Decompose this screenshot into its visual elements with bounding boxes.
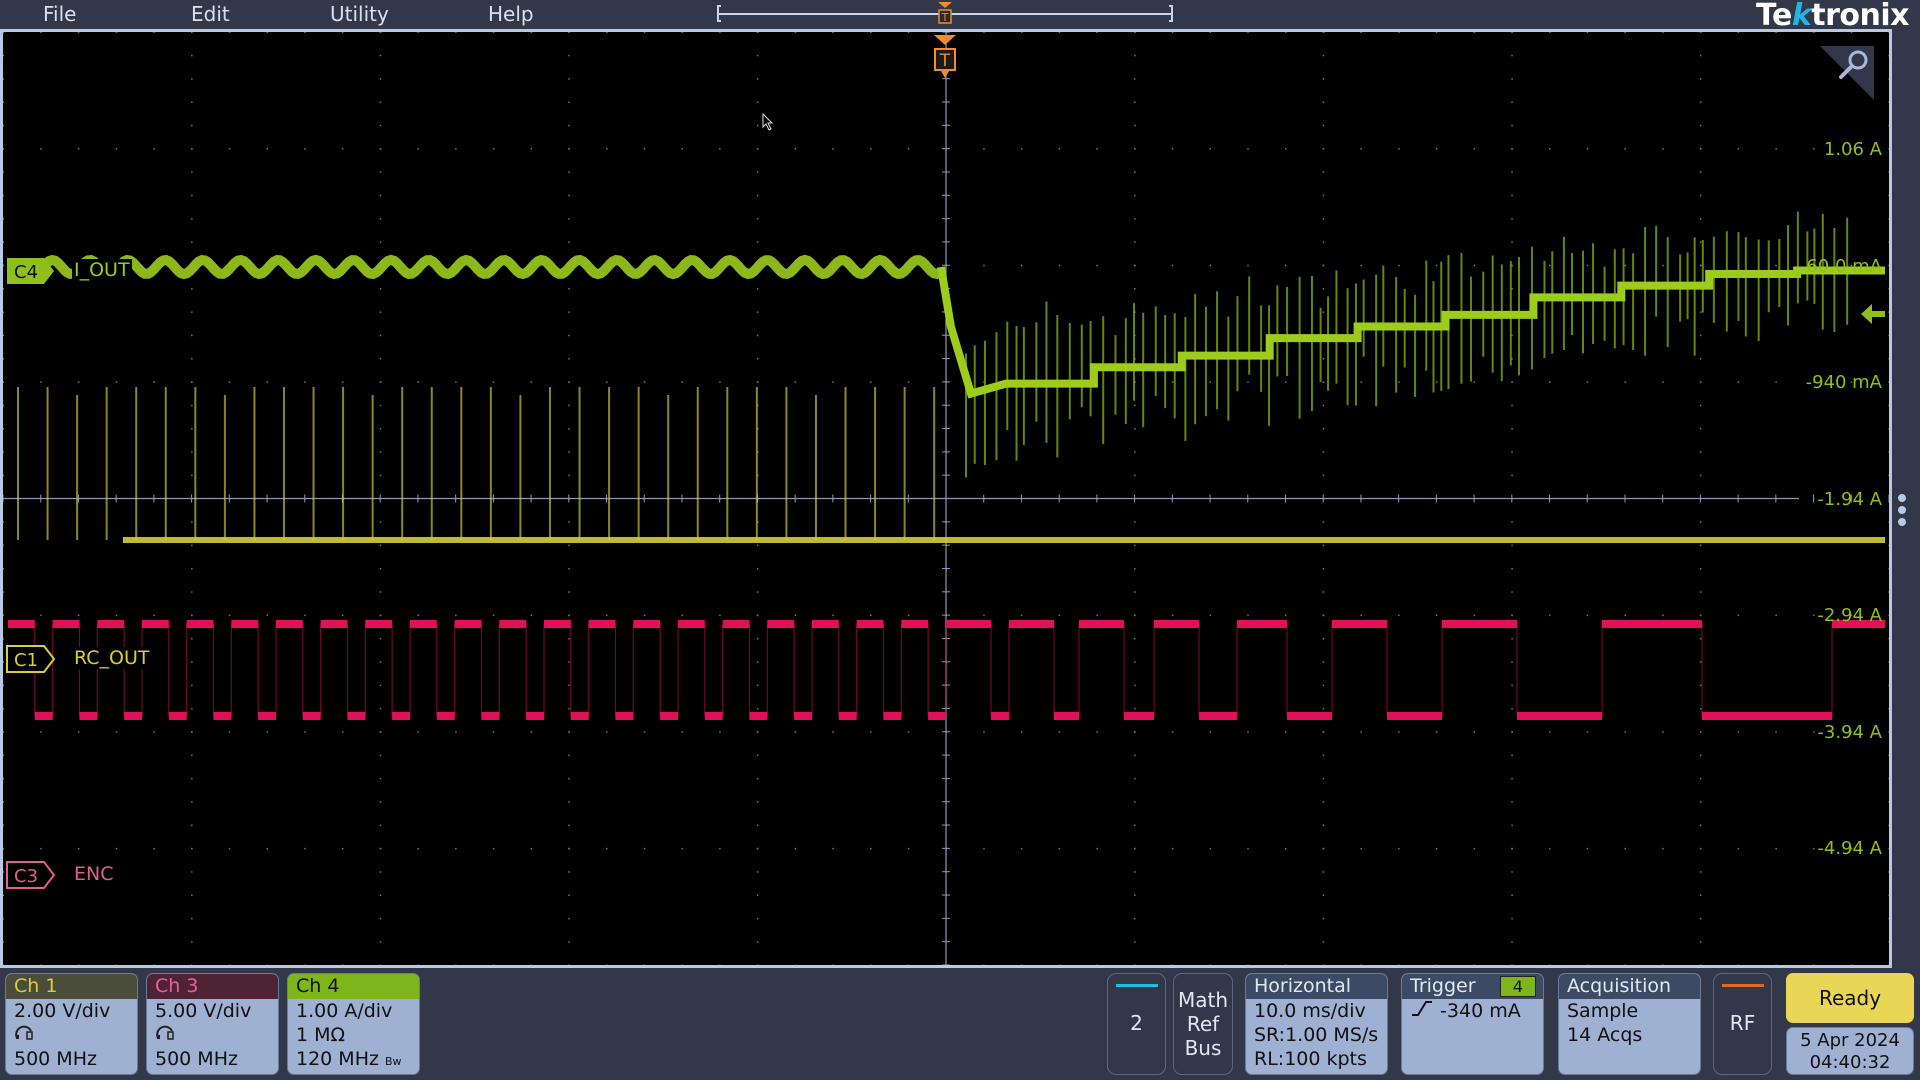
acquisition-badge[interactable]: Acquisition Sample 14 Acqs — [1558, 973, 1701, 1075]
ch3-scale: 5.00 V/div — [155, 1000, 252, 1022]
ch1-name: RC_OUT — [72, 647, 152, 669]
channel-accent-line — [1115, 984, 1158, 987]
timeline-right-bracket — [1169, 5, 1173, 22]
ch4-bandwidth-row: 120 MHz Bw — [288, 1047, 419, 1074]
bus-label: Bus — [1184, 1036, 1222, 1060]
ch3-badge-title: Ch 3 — [147, 974, 278, 999]
time: 04:40:32 — [1809, 1052, 1891, 1073]
menu-help[interactable]: Help — [488, 2, 534, 26]
ch1-badge-title: Ch 1 — [6, 974, 137, 999]
ch4-badge[interactable]: Ch 4 1.00 A/div 1 MΩ 120 MHz Bw — [287, 973, 420, 1075]
ch3-badge[interactable]: Ch 3 5.00 V/div 500 MHz — [146, 973, 279, 1075]
scale-label: -940 mA — [1805, 372, 1882, 393]
side-panel-handle[interactable] — [1898, 494, 1906, 530]
zoom-button[interactable] — [1818, 44, 1876, 102]
trigger-level-row: -340 mA — [1402, 999, 1543, 1023]
ch4-termination: 1 MΩ — [296, 1024, 346, 1046]
waveform-display[interactable] — [0, 29, 1892, 968]
date-time: 5 Apr 2024 04:40:32 — [1786, 1027, 1914, 1075]
ch1-badge[interactable]: Ch 1 2.00 V/div 500 MHz — [5, 973, 138, 1075]
ch4-scale: 1.00 A/div — [296, 1000, 393, 1022]
menu-utility[interactable]: Utility — [330, 2, 389, 26]
scale-label: -4.94 A — [1817, 838, 1882, 859]
ch3-tag-label: C3 — [14, 866, 38, 887]
trigger-level: -340 mA — [1440, 1000, 1521, 1022]
add-channel-label: 2 — [1130, 1011, 1143, 1035]
trigger-title-row: Trigger 4 — [1402, 974, 1543, 999]
bw-limit-icon: Bw — [385, 1055, 402, 1068]
menu-file[interactable]: File — [43, 2, 76, 26]
ref-label: Ref — [1186, 1012, 1220, 1036]
waveform-traces — [8, 211, 1885, 720]
timeline-trigger-icon: T — [938, 2, 952, 24]
probe-icon — [147, 1023, 278, 1047]
ch3-tag[interactable]: C3 — [6, 861, 56, 889]
add-channel-button[interactable]: 2 — [1107, 973, 1166, 1075]
trigger-badge[interactable]: Trigger 4 -340 mA — [1401, 973, 1544, 1075]
ch1-bandwidth: 500 MHz — [14, 1048, 97, 1070]
rf-button[interactable]: RF — [1713, 973, 1772, 1075]
ch1-tag-label: C1 — [14, 650, 38, 671]
ch3-edges — [8, 623, 1885, 717]
trigger-title: Trigger — [1410, 975, 1476, 997]
trigger-source: 4 — [1500, 976, 1536, 997]
rf-label: RF — [1729, 1011, 1756, 1035]
ch4-name: I_OUT — [72, 259, 132, 281]
run-status-button[interactable]: Ready — [1786, 973, 1914, 1023]
ch4-bandwidth: 120 MHz — [296, 1048, 379, 1070]
rf-accent-line — [1721, 984, 1764, 987]
acquisition-count: 14 Acqs — [1567, 1024, 1643, 1046]
mouse-cursor-icon — [762, 113, 774, 131]
scale-label: 60.0 mA — [1806, 256, 1882, 277]
menu-bar: File Edit Utility Help T Tektronix — [0, 0, 1920, 33]
svg-text:T: T — [941, 11, 949, 24]
ch4-tag-label: C4 — [14, 262, 38, 283]
ch3-name: ENC — [72, 863, 116, 885]
ch1-tag[interactable]: C1 — [6, 645, 56, 673]
acquisition-title: Acquisition — [1559, 974, 1700, 999]
ch4-tag[interactable]: C4 — [6, 257, 56, 285]
ch1-scale: 2.00 V/div — [14, 1000, 111, 1022]
trigger-position-icon[interactable]: T — [932, 34, 958, 82]
scale-label: -3.94 A — [1817, 722, 1882, 743]
ch4-pre-trigger — [39, 254, 942, 280]
horizontal-scale: 10.0 ms/div — [1254, 1000, 1366, 1022]
math-label: Math — [1177, 988, 1229, 1012]
rising-edge-icon — [1412, 1001, 1432, 1016]
horizontal-title: Horizontal — [1246, 974, 1387, 999]
scale-label: -1.94 A — [1817, 489, 1882, 510]
math-ref-bus-button[interactable]: Math Ref Bus — [1173, 973, 1233, 1075]
ch4-offset-arrow-icon[interactable] — [1860, 302, 1886, 326]
acquisition-mode: Sample — [1567, 1000, 1639, 1022]
trigger-marker-label: T — [939, 51, 951, 71]
sample-rate: SR:1.00 MS/s — [1254, 1024, 1379, 1046]
menu-edit[interactable]: Edit — [191, 2, 230, 26]
horizontal-badge[interactable]: Horizontal 10.0 ms/div SR:1.00 MS/s RL:1… — [1245, 973, 1388, 1075]
record-length: RL:100 kpts — [1254, 1048, 1367, 1070]
ch3-bandwidth: 500 MHz — [155, 1048, 238, 1070]
ch4-badge-title: Ch 4 — [288, 974, 419, 999]
scale-label: 1.06 A — [1823, 139, 1882, 160]
probe-icon — [6, 1023, 137, 1047]
date: 5 Apr 2024 — [1800, 1030, 1900, 1051]
scale-label: -2.94 A — [1817, 605, 1882, 626]
